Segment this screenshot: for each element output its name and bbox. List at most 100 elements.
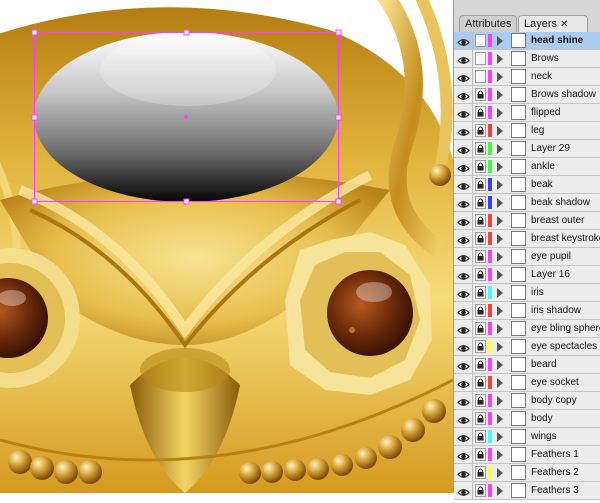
layer-row[interactable]: Feathers 1 <box>454 446 600 464</box>
expand-triangle-icon[interactable] <box>497 54 503 64</box>
lock-toggle[interactable] <box>475 214 486 227</box>
expand-triangle-icon[interactable] <box>497 360 503 370</box>
layer-row[interactable]: wings <box>454 428 600 446</box>
visibility-eye-icon[interactable] <box>457 269 470 280</box>
visibility-eye-icon[interactable] <box>457 35 470 46</box>
expand-triangle-icon[interactable] <box>497 468 503 478</box>
layer-row[interactable]: iris <box>454 284 600 302</box>
expand-triangle-icon[interactable] <box>497 90 503 100</box>
expand-triangle-icon[interactable] <box>497 108 503 118</box>
tab-layers[interactable]: Layers ✕ <box>518 15 588 32</box>
visibility-eye-icon[interactable] <box>457 161 470 172</box>
expand-triangle-icon[interactable] <box>497 414 503 424</box>
layer-row[interactable]: Feathers 3 <box>454 482 600 500</box>
layer-row[interactable]: Brows shadow <box>454 86 600 104</box>
visibility-eye-icon[interactable] <box>457 431 470 442</box>
lock-toggle[interactable] <box>475 286 486 299</box>
expand-triangle-icon[interactable] <box>497 144 503 154</box>
lock-toggle[interactable] <box>475 304 486 317</box>
layer-row[interactable]: body <box>454 410 600 428</box>
lock-toggle[interactable] <box>475 250 486 263</box>
lock-toggle[interactable] <box>475 160 486 173</box>
expand-triangle-icon[interactable] <box>497 306 503 316</box>
layer-row[interactable]: beak shadow <box>454 194 600 212</box>
expand-triangle-icon[interactable] <box>497 486 503 496</box>
layer-row[interactable]: head shine <box>454 32 600 50</box>
lock-toggle[interactable] <box>475 106 486 119</box>
visibility-eye-icon[interactable] <box>457 485 470 496</box>
layer-row[interactable]: iris shadow <box>454 302 600 320</box>
lock-toggle[interactable] <box>475 322 486 335</box>
layer-row[interactable]: breast outer <box>454 212 600 230</box>
visibility-eye-icon[interactable] <box>457 125 470 136</box>
visibility-eye-icon[interactable] <box>457 251 470 262</box>
lock-toggle[interactable] <box>475 484 486 497</box>
layer-row[interactable]: Layer 16 <box>454 266 600 284</box>
visibility-eye-icon[interactable] <box>457 377 470 388</box>
expand-triangle-icon[interactable] <box>497 198 503 208</box>
lock-toggle[interactable] <box>475 412 486 425</box>
layer-row[interactable]: breast keystroke <box>454 230 600 248</box>
visibility-eye-icon[interactable] <box>457 53 470 64</box>
layer-row[interactable]: eye pupil <box>454 248 600 266</box>
lock-toggle[interactable] <box>475 340 486 353</box>
layer-row[interactable]: beak <box>454 176 600 194</box>
expand-triangle-icon[interactable] <box>497 342 503 352</box>
layer-row[interactable]: Brows <box>454 50 600 68</box>
lock-toggle[interactable] <box>475 178 486 191</box>
visibility-eye-icon[interactable] <box>457 305 470 316</box>
expand-triangle-icon[interactable] <box>497 396 503 406</box>
layer-row[interactable]: eye socket <box>454 374 600 392</box>
lock-toggle[interactable] <box>475 142 486 155</box>
visibility-eye-icon[interactable] <box>457 143 470 154</box>
expand-triangle-icon[interactable] <box>497 270 503 280</box>
layer-row[interactable]: eye spectacles <box>454 338 600 356</box>
layer-row[interactable]: Layer 29 <box>454 140 600 158</box>
visibility-eye-icon[interactable] <box>457 395 470 406</box>
expand-triangle-icon[interactable] <box>497 252 503 262</box>
visibility-eye-icon[interactable] <box>457 179 470 190</box>
lock-toggle[interactable] <box>475 268 486 281</box>
layer-row[interactable]: ankle <box>454 158 600 176</box>
visibility-eye-icon[interactable] <box>457 449 470 460</box>
visibility-eye-icon[interactable] <box>457 341 470 352</box>
layer-row[interactable]: eye bling spheres <box>454 320 600 338</box>
layer-row[interactable]: Feathers 2 <box>454 464 600 482</box>
expand-triangle-icon[interactable] <box>497 72 503 82</box>
visibility-eye-icon[interactable] <box>457 413 470 424</box>
lock-toggle[interactable] <box>475 430 486 443</box>
expand-triangle-icon[interactable] <box>497 432 503 442</box>
layer-row[interactable]: leg <box>454 122 600 140</box>
lock-toggle[interactable] <box>475 376 486 389</box>
lock-toggle[interactable] <box>475 466 486 479</box>
layer-row[interactable]: beard <box>454 356 600 374</box>
lock-toggle[interactable] <box>475 124 486 137</box>
visibility-eye-icon[interactable] <box>457 107 470 118</box>
visibility-eye-icon[interactable] <box>457 233 470 244</box>
expand-triangle-icon[interactable] <box>497 378 503 388</box>
expand-triangle-icon[interactable] <box>497 216 503 226</box>
visibility-eye-icon[interactable] <box>457 287 470 298</box>
visibility-eye-icon[interactable] <box>457 197 470 208</box>
expand-triangle-icon[interactable] <box>497 36 503 46</box>
lock-toggle[interactable] <box>475 88 486 101</box>
lock-toggle[interactable] <box>475 358 486 371</box>
expand-triangle-icon[interactable] <box>497 234 503 244</box>
expand-triangle-icon[interactable] <box>497 180 503 190</box>
lock-toggle[interactable] <box>475 70 486 83</box>
close-icon[interactable]: ✕ <box>560 19 568 30</box>
visibility-eye-icon[interactable] <box>457 323 470 334</box>
tab-attributes[interactable]: Attributes <box>459 15 517 32</box>
expand-triangle-icon[interactable] <box>497 324 503 334</box>
visibility-eye-icon[interactable] <box>457 467 470 478</box>
lock-toggle[interactable] <box>475 34 486 47</box>
layer-row[interactable]: body copy <box>454 392 600 410</box>
expand-triangle-icon[interactable] <box>497 126 503 136</box>
expand-triangle-icon[interactable] <box>497 450 503 460</box>
lock-toggle[interactable] <box>475 448 486 461</box>
visibility-eye-icon[interactable] <box>457 215 470 226</box>
layer-row[interactable]: flipped <box>454 104 600 122</box>
expand-triangle-icon[interactable] <box>497 162 503 172</box>
lock-toggle[interactable] <box>475 196 486 209</box>
visibility-eye-icon[interactable] <box>457 89 470 100</box>
